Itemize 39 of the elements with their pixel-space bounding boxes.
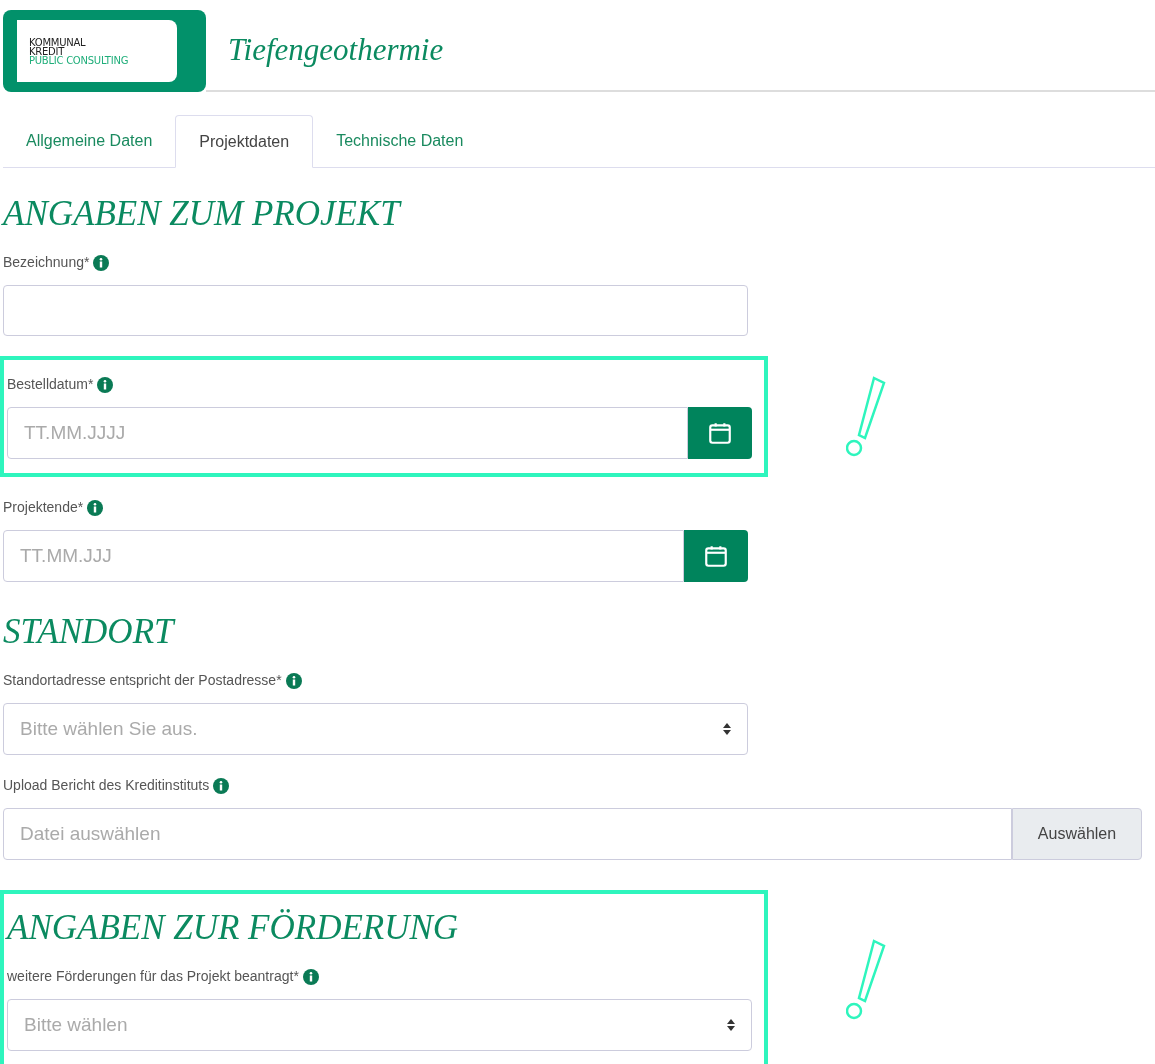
field-label: Upload Bericht des Kreditinstituts bbox=[3, 776, 210, 795]
calendar-button[interactable] bbox=[684, 530, 748, 582]
select-placeholder: Bitte wählen Sie aus. bbox=[20, 716, 198, 741]
select-placeholder: Bitte wählen bbox=[24, 1012, 128, 1037]
info-icon bbox=[302, 968, 319, 985]
section-heading: STANDORT bbox=[3, 612, 177, 652]
browse-button[interactable]: Auswählen bbox=[1012, 808, 1142, 860]
info-icon bbox=[213, 777, 230, 794]
exclamation-mark-icon bbox=[846, 938, 886, 1021]
section-heading: ANGABEN ZUR FÖRDERUNG bbox=[7, 908, 460, 948]
text-field[interactable] bbox=[3, 285, 748, 336]
date-field[interactable]: TT.MM.JJJ bbox=[3, 530, 684, 582]
field-label: weitere Förderungen für das Projekt beantragt* bbox=[7, 967, 299, 986]
field-label: Bestelldatum* bbox=[7, 375, 94, 394]
file-field[interactable]: Datei auswählen bbox=[3, 808, 1012, 860]
info-icon bbox=[87, 499, 104, 516]
field-label: Standortadresse entspricht der Postadresse* bbox=[3, 671, 282, 690]
exclamation-mark-icon bbox=[846, 375, 886, 458]
date-field[interactable]: TT.MM.JJJJ bbox=[7, 407, 688, 459]
logo-text: KOMMUNAL bbox=[29, 37, 87, 47]
info-icon bbox=[93, 254, 110, 271]
calendar-icon bbox=[707, 420, 733, 446]
page-title: Tiefengeothermie bbox=[228, 30, 444, 69]
sort-arrows-icon bbox=[727, 1019, 735, 1031]
section-heading: ANGABEN ZUM PROJEKT bbox=[3, 194, 403, 234]
tab[interactable]: Allgemeine Daten bbox=[3, 114, 176, 167]
field-label: Bezeichnung* bbox=[3, 253, 90, 272]
logo-text: KREDIT bbox=[29, 46, 65, 56]
field-label: Projektende* bbox=[3, 498, 84, 517]
info-icon bbox=[97, 376, 114, 393]
select-field[interactable]: Bitte wählen bbox=[7, 999, 752, 1051]
logo-text: PUBLIC CONSULTING bbox=[29, 55, 130, 65]
calendar-icon bbox=[703, 543, 729, 569]
info-icon bbox=[285, 672, 302, 689]
tab[interactable]: Projektdaten bbox=[175, 115, 314, 168]
calendar-button[interactable] bbox=[688, 407, 752, 459]
tab[interactable]: Technische Daten bbox=[313, 114, 487, 167]
sort-arrows-icon bbox=[723, 723, 731, 735]
select-field[interactable]: Bitte wählen Sie aus. bbox=[3, 703, 748, 755]
